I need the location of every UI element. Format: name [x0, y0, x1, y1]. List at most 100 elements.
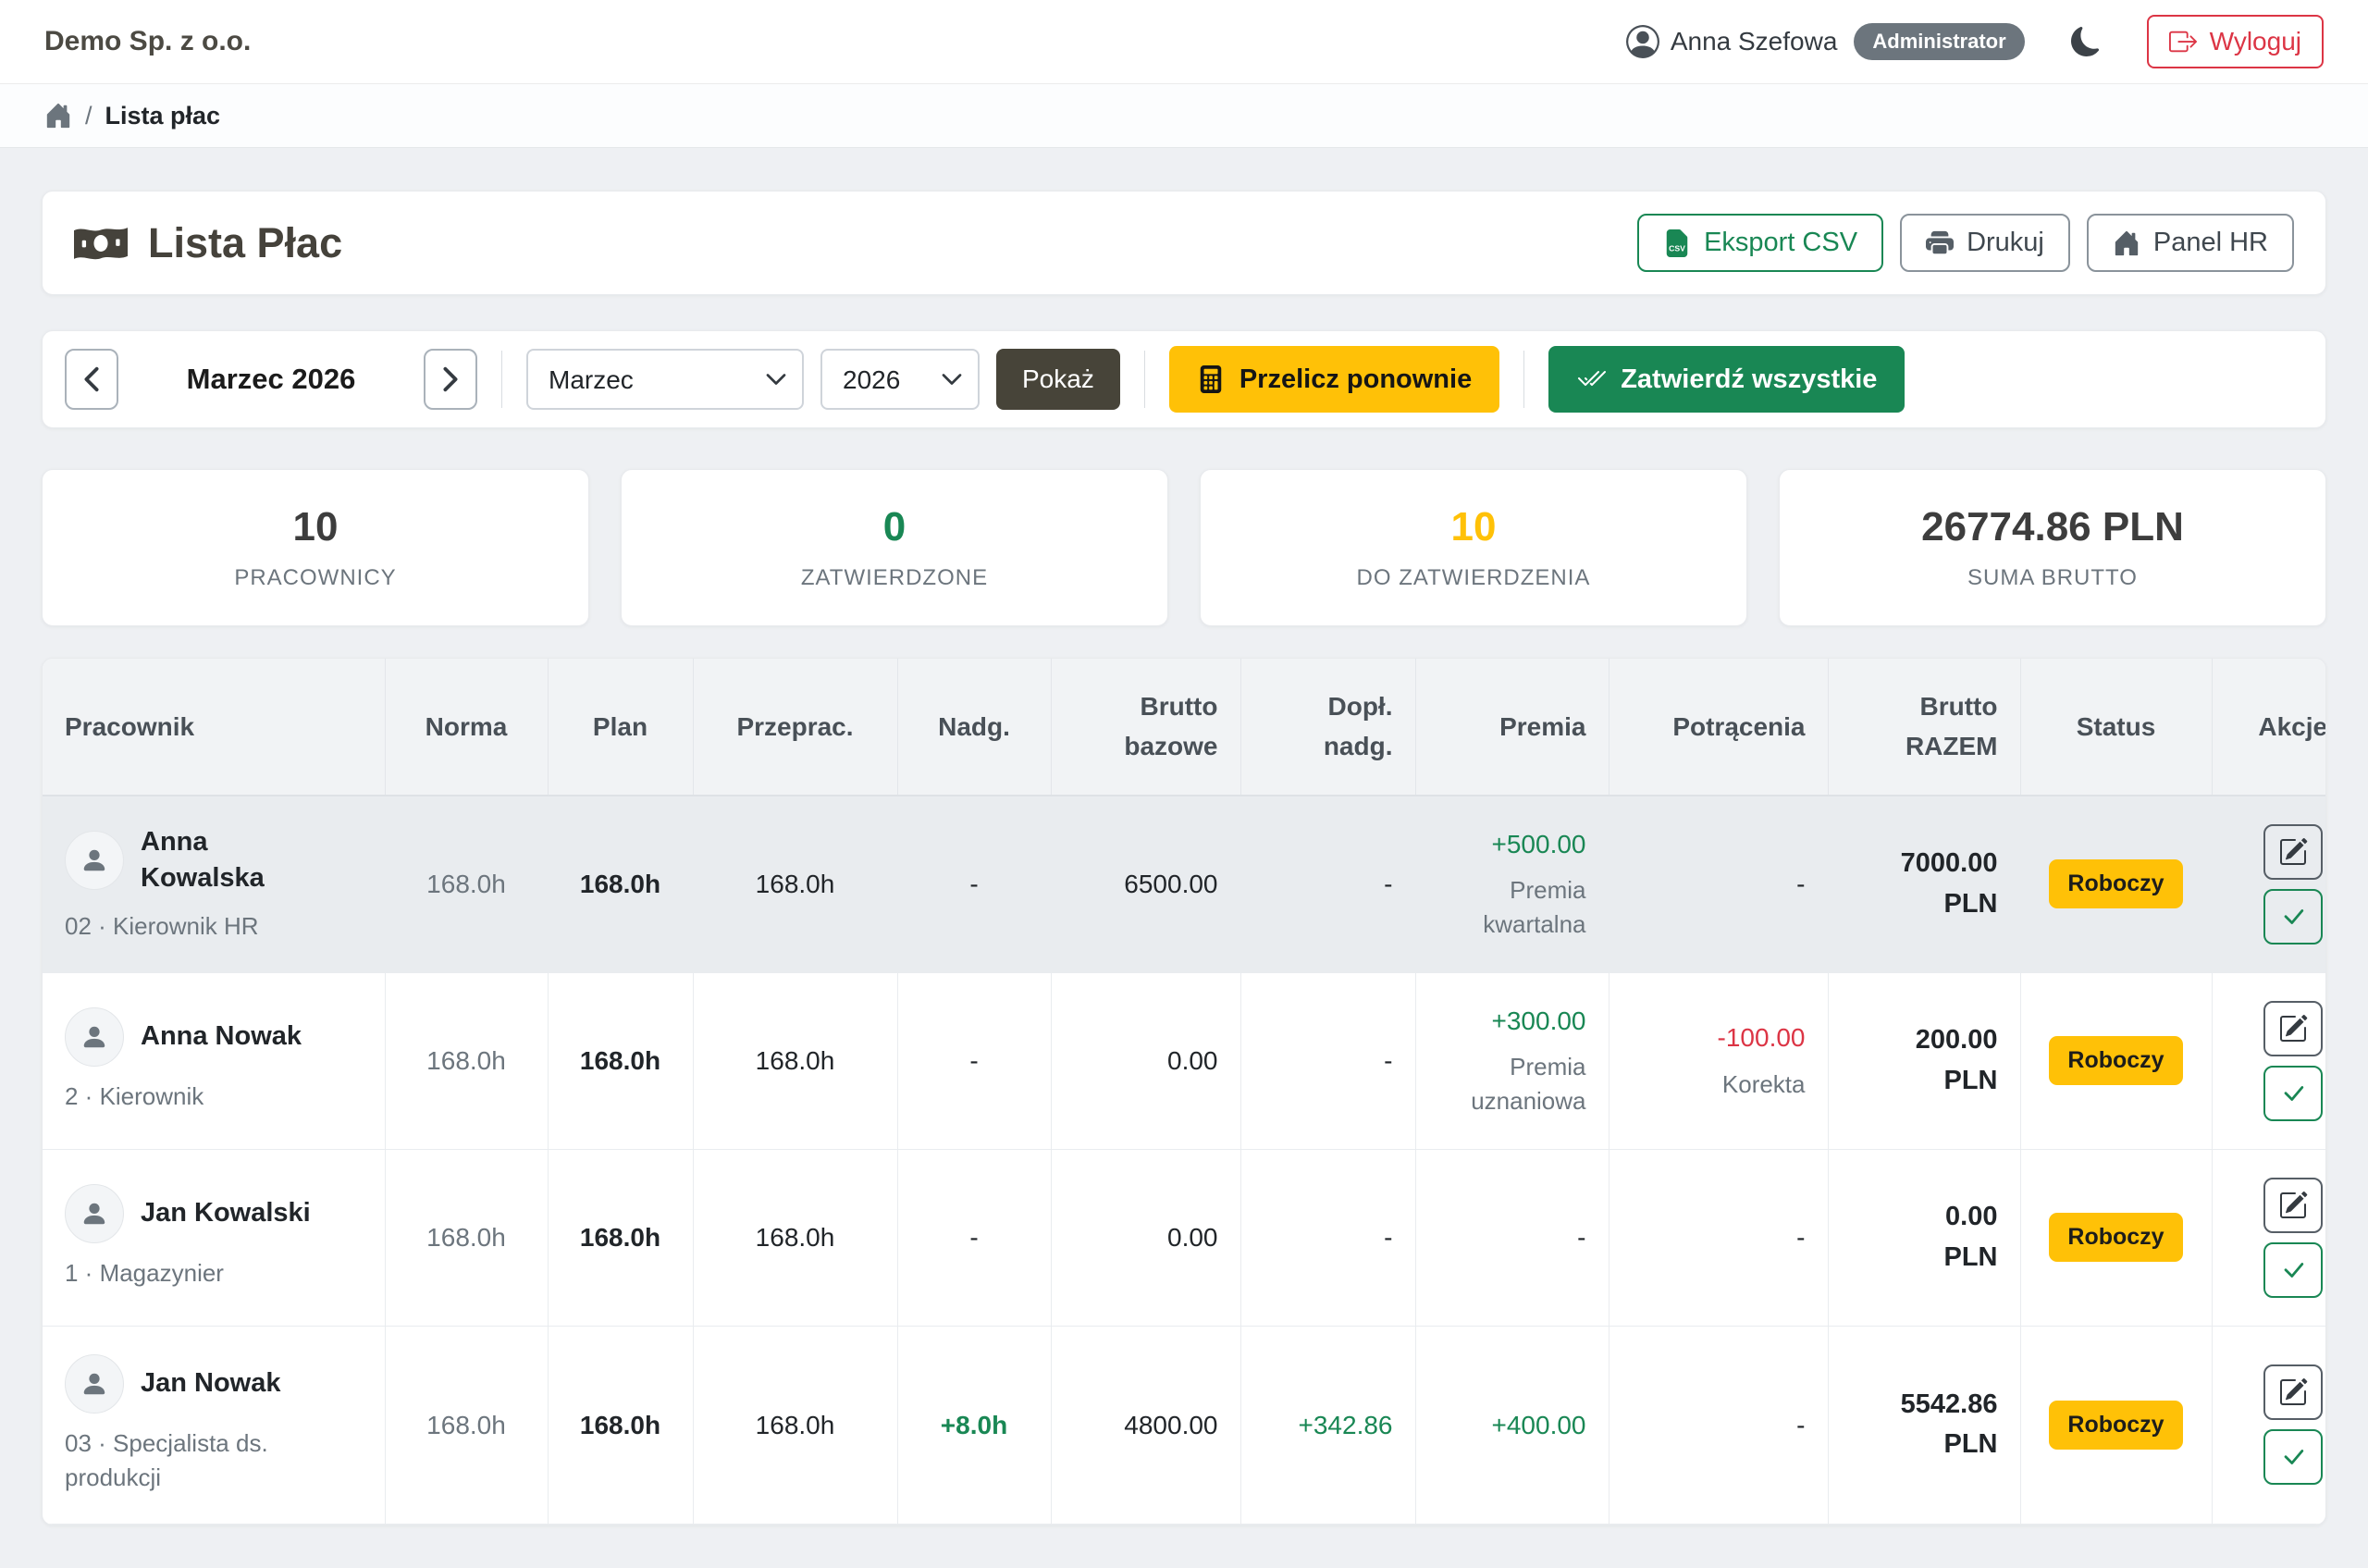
employee-avatar: [65, 831, 124, 890]
check-icon: [2279, 903, 2307, 931]
approve-all-button[interactable]: Zatwierdź wszystkie: [1548, 346, 1905, 413]
potracenia-value: -: [1632, 866, 1806, 902]
plan-cell: 168.0h: [548, 972, 693, 1149]
pencil-square-icon: [2278, 1377, 2308, 1407]
premia-value: +300.00: [1438, 1003, 1586, 1039]
razem-value: 7000.00: [1851, 844, 1998, 884]
brutto-bazowe-cell: 0.00: [1051, 1149, 1240, 1326]
company-name: Demo Sp. z o.o.: [44, 26, 251, 57]
actions-cell: [2212, 1149, 2326, 1326]
plan-cell: 168.0h: [548, 1326, 693, 1524]
breadcrumb-home-link[interactable]: [44, 102, 72, 130]
divider: [1523, 351, 1524, 408]
table-row[interactable]: Jan Nowak 03 · Specjalista ds. produkcji…: [43, 1326, 2326, 1524]
norma-cell: 168.0h: [385, 1326, 548, 1524]
table-row[interactable]: Jan Kowalski 1 · Magazynier 168.0h 168.0…: [43, 1149, 2326, 1326]
page-title: Lista Płac: [74, 219, 342, 267]
edit-payroll-button[interactable]: [2263, 1364, 2323, 1420]
brutto-razem-cell: 7000.00 PLN: [1828, 796, 2020, 973]
header-actions: CSV Eksport CSV Drukuj Panel HR: [1637, 214, 2294, 272]
moon-icon: [2071, 27, 2101, 56]
col-przeprac: Przeprac.: [693, 659, 897, 796]
status-cell: Roboczy: [2020, 972, 2212, 1149]
user-avatar-icon: [1626, 25, 1659, 58]
przeprac-cell: 168.0h: [693, 972, 897, 1149]
divider: [1144, 351, 1145, 408]
next-month-button[interactable]: [424, 349, 477, 410]
approve-payroll-button[interactable]: [2263, 1242, 2323, 1298]
stat-card-pending: 10 DO ZATWIERDZENIA: [1200, 469, 1747, 626]
stat-value: 10: [293, 504, 339, 550]
approve-payroll-button[interactable]: [2263, 1429, 2323, 1485]
breadcrumb: / Lista płac: [0, 84, 2368, 148]
table-row[interactable]: Anna Nowak 2 · Kierownik 168.0h 168.0h 1…: [43, 972, 2326, 1149]
stat-label: SUMA BRUTTO: [1967, 565, 2138, 591]
razem-currency: PLN: [1851, 1425, 1998, 1465]
period-toolbar: Marzec 2026 Marzec 2026 Pokaż: [42, 330, 2326, 428]
norma-cell: 168.0h: [385, 972, 548, 1149]
potracenia-cell: -: [1609, 1149, 1828, 1326]
col-plan: Plan: [548, 659, 693, 796]
month-select-wrap: Marzec: [526, 349, 804, 410]
logout-icon: [2169, 28, 2197, 56]
status-cell: Roboczy: [2020, 1149, 2212, 1326]
month-select[interactable]: Marzec: [526, 349, 804, 410]
user-name: Anna Szefowa: [1671, 27, 1838, 56]
col-dopl-nadg: Dopł. nadg.: [1240, 659, 1415, 796]
calculator-icon: [1197, 365, 1225, 393]
recalculate-button[interactable]: Przelicz ponownie: [1169, 346, 1499, 413]
stat-label: PRACOWNICY: [234, 565, 396, 591]
razem-value: 5542.86: [1851, 1385, 1998, 1426]
employee-avatar: [65, 1354, 124, 1414]
status-badge: Roboczy: [2049, 1401, 2182, 1450]
premia-cell: -: [1415, 1149, 1609, 1326]
navbar-right: Anna Szefowa Administrator Wyloguj: [1626, 15, 2324, 68]
employee-id-position: 1 · Magazynier: [65, 1256, 363, 1291]
stat-card-approved: 0 ZATWIERDZONE: [621, 469, 1168, 626]
logout-button[interactable]: Wyloguj: [2147, 15, 2324, 68]
approve-payroll-button[interactable]: [2263, 1066, 2323, 1121]
employee-name: Anna Kowalska: [141, 824, 316, 896]
premia-value: -: [1438, 1219, 1586, 1255]
employee-cell: Jan Nowak: [65, 1354, 363, 1414]
printer-icon: [1926, 229, 1954, 257]
employee-id-position: 2 · Kierownik: [65, 1080, 363, 1115]
employee-id-position: 02 · Kierownik HR: [65, 909, 363, 945]
show-button[interactable]: Pokaż: [996, 349, 1120, 410]
potracenia-value: -100.00: [1632, 1019, 1806, 1056]
year-select[interactable]: 2026: [820, 349, 980, 410]
potracenia-cell: -: [1609, 796, 1828, 973]
status-badge: Roboczy: [2049, 859, 2182, 908]
export-csv-button[interactable]: CSV Eksport CSV: [1637, 214, 1883, 272]
premia-value: +500.00: [1438, 826, 1586, 862]
col-status: Status: [2020, 659, 2212, 796]
actions-cell: [2212, 796, 2326, 973]
col-brutto-bazowe: Brutto bazowe: [1051, 659, 1240, 796]
year-select-wrap: 2026: [820, 349, 980, 410]
stats-row: 10 PRACOWNICY 0 ZATWIERDZONE 10 DO ZATWI…: [42, 469, 2326, 626]
nadg-cell: -: [897, 972, 1051, 1149]
stat-value: 26774.86 PLN: [1921, 504, 2184, 550]
print-button[interactable]: Drukuj: [1900, 214, 2070, 272]
premia-cell: +300.00 Premia uznaniowa: [1415, 972, 1609, 1149]
chevron-right-icon: [440, 365, 461, 393]
employee-avatar: [65, 1007, 124, 1067]
pencil-square-icon: [2278, 1191, 2308, 1220]
nadg-cell: -: [897, 796, 1051, 973]
current-period-label: Marzec 2026: [118, 363, 424, 396]
razem-value: 200.00: [1851, 1020, 1998, 1061]
previous-month-button[interactable]: [65, 349, 118, 410]
breadcrumb-separator: /: [85, 102, 92, 130]
edit-payroll-button[interactable]: [2263, 1178, 2323, 1233]
approve-payroll-button[interactable]: [2263, 889, 2323, 945]
employee-name: Anna Nowak: [141, 1019, 302, 1055]
table-row[interactable]: Anna Kowalska 02 · Kierownik HR 168.0h 1…: [43, 796, 2326, 973]
potracenia-cell: -100.00 Korekta: [1609, 972, 1828, 1149]
check-icon: [2279, 1443, 2307, 1471]
panel-hr-button[interactable]: Panel HR: [2087, 214, 2294, 272]
edit-payroll-button[interactable]: [2263, 824, 2323, 880]
dark-mode-toggle[interactable]: [2071, 27, 2101, 56]
premia-label: Premia uznaniowa: [1438, 1050, 1586, 1119]
employee-cell: Anna Nowak: [65, 1007, 363, 1067]
edit-payroll-button[interactable]: [2263, 1001, 2323, 1056]
